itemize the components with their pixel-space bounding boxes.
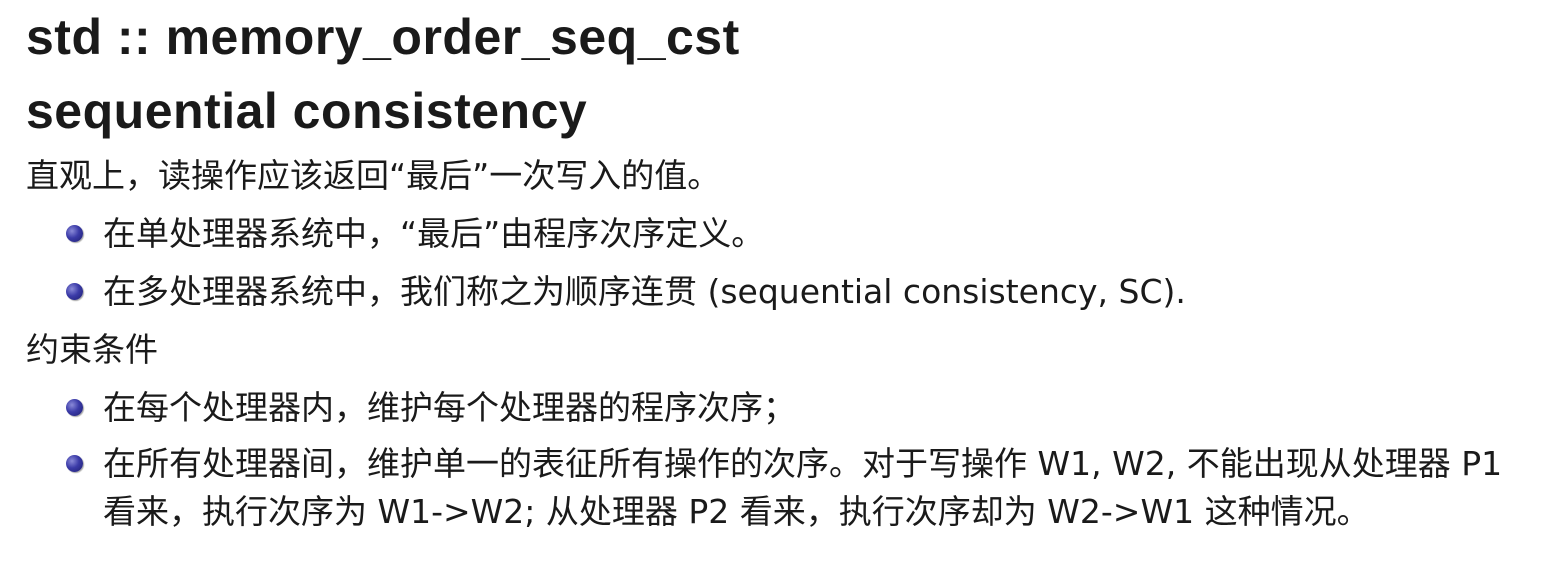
constraints-heading: 约束条件: [26, 330, 158, 369]
list-item-text: 在单处理器系统中，“最后”由程序次序定义。: [103, 214, 765, 253]
list-item-text: 在所有处理器间，维护单一的表征所有操作的次序。对于写操作 W1, W2, 不能出…: [103, 444, 1503, 531]
list-item: 在多处理器系统中，我们称之为顺序连贯 (sequential consisten…: [26, 266, 1526, 318]
slide-title-line-2: sequential consistency: [26, 83, 588, 139]
bullet-icon: [66, 399, 83, 416]
intro-paragraph: 直观上，读操作应该返回“最后”一次写入的值。: [26, 156, 721, 195]
constraints-list: 在每个处理器内，维护每个处理器的程序次序； 在所有处理器间，维护单一的表征所有操…: [26, 382, 1526, 536]
list-item: 在每个处理器内，维护每个处理器的程序次序；: [26, 382, 1526, 434]
list-item: 在单处理器系统中，“最后”由程序次序定义。: [26, 208, 1526, 260]
slide: std :: memory_order_seq_cst sequential c…: [26, 0, 1526, 542]
bullet-icon: [66, 455, 83, 472]
list-item-text: 在每个处理器内，维护每个处理器的程序次序；: [103, 388, 796, 427]
list-item: 在所有处理器间，维护单一的表征所有操作的次序。对于写操作 W1, W2, 不能出…: [26, 440, 1526, 536]
intro-list: 在单处理器系统中，“最后”由程序次序定义。 在多处理器系统中，我们称之为顺序连贯…: [26, 208, 1526, 318]
bullet-icon: [66, 283, 83, 300]
bullet-icon: [66, 225, 83, 242]
slide-title-line-1: std :: memory_order_seq_cst: [26, 9, 740, 65]
list-item-text: 在多处理器系统中，我们称之为顺序连贯 (sequential consisten…: [103, 272, 1186, 311]
